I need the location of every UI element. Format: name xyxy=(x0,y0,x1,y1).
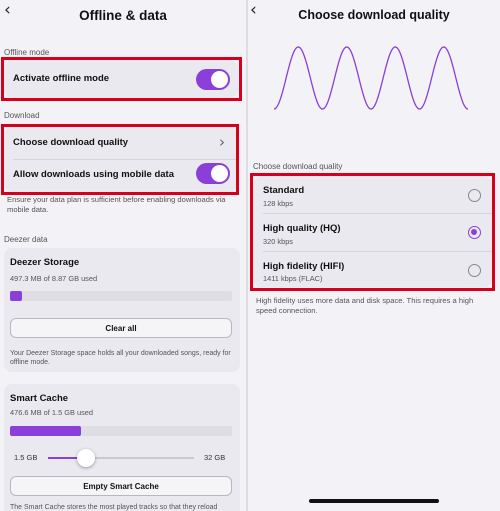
mobile-data-label: Allow downloads using mobile data xyxy=(13,169,174,180)
quality-help-text: High fidelity uses more data and disk sp… xyxy=(256,296,474,315)
toggle-knob xyxy=(211,165,228,182)
slider-min-label: 1.5 GB xyxy=(14,453,38,462)
quality-option-bitrate: 128 kbps xyxy=(263,199,293,208)
section-label-offline-mode: Offline mode xyxy=(4,48,50,57)
smart-cache-slider-track[interactable] xyxy=(48,457,194,459)
deezer-storage-title: Deezer Storage xyxy=(10,257,80,268)
smart-cache-progress-fill xyxy=(10,426,81,436)
radio-button-hq[interactable] xyxy=(468,226,481,239)
quality-options-card: Standard 128 kbps High quality (HQ) 320 … xyxy=(253,176,492,287)
offline-data-screen: ‹ Offline & data Offline mode Activate o… xyxy=(0,0,246,511)
radio-button-hifi[interactable] xyxy=(468,264,481,277)
quality-option-hq[interactable]: High quality (HQ) 320 kbps xyxy=(253,214,492,250)
page-title: Offline & data xyxy=(79,8,167,23)
offline-mode-toggle[interactable] xyxy=(196,69,230,90)
smart-cache-progress xyxy=(10,426,232,436)
choose-download-quality-row[interactable]: Choose download quality › xyxy=(4,127,238,158)
choose-download-quality-label: Choose download quality xyxy=(13,137,129,148)
mobile-data-toggle[interactable] xyxy=(196,163,230,184)
deezer-storage-usage: 497.3 MB of 8.87 GB used xyxy=(10,274,98,283)
mobile-data-help: Ensure your data plan is sufficient befo… xyxy=(7,195,226,214)
deezer-storage-help: Your Deezer Storage space holds all your… xyxy=(10,350,231,366)
clear-all-button[interactable]: Clear all xyxy=(10,318,232,338)
deezer-storage-progress xyxy=(10,291,232,301)
quality-option-standard[interactable]: Standard 128 kbps xyxy=(253,176,492,212)
section-label-download: Download xyxy=(4,111,40,120)
offline-mode-card: Activate offline mode xyxy=(4,60,238,98)
offline-mode-label: Activate offline mode xyxy=(13,73,110,84)
smart-cache-help: The Smart Cache stores the most played t… xyxy=(10,504,218,511)
quality-section-label: Choose download quality xyxy=(253,162,343,171)
smart-cache-usage: 476.6 MB of 1.5 GB used xyxy=(10,408,93,417)
quality-option-name: High quality (HQ) xyxy=(263,223,341,234)
quality-option-name: High fidelity (HIFI) xyxy=(263,261,345,272)
download-quality-screen: ‹ Choose download quality Choose downloa… xyxy=(248,0,500,511)
empty-smart-cache-button[interactable]: Empty Smart Cache xyxy=(10,476,232,496)
smart-cache-slider-thumb[interactable] xyxy=(76,449,95,467)
quality-option-bitrate: 1411 kbps (FLAC) xyxy=(263,274,323,283)
home-indicator xyxy=(309,499,439,503)
quality-option-bitrate: 320 kbps xyxy=(263,237,293,246)
slider-max-label: 32 GB xyxy=(204,453,226,462)
chevron-right-icon: › xyxy=(219,133,225,151)
row-divider xyxy=(13,159,238,160)
section-label-deezer-data: Deezer data xyxy=(4,235,48,244)
smart-cache-card: Smart Cache 476.6 MB of 1.5 GB used 1.5 … xyxy=(4,384,240,511)
quality-option-hifi[interactable]: High fidelity (HIFI) 1411 kbps (FLAC) xyxy=(253,252,492,287)
sine-wave-line xyxy=(274,46,468,110)
deezer-storage-progress-fill xyxy=(10,291,23,301)
download-card: Choose download quality › Allow download… xyxy=(4,127,238,192)
quality-option-name: Standard xyxy=(263,185,305,196)
smart-cache-title: Smart Cache xyxy=(10,393,69,404)
page-title: Choose download quality xyxy=(298,8,450,22)
toggle-knob xyxy=(211,71,228,88)
deezer-storage-card: Deezer Storage 497.3 MB of 8.87 GB used … xyxy=(4,248,240,372)
sine-wave-illustration xyxy=(274,46,468,110)
radio-button-standard[interactable] xyxy=(468,189,481,202)
